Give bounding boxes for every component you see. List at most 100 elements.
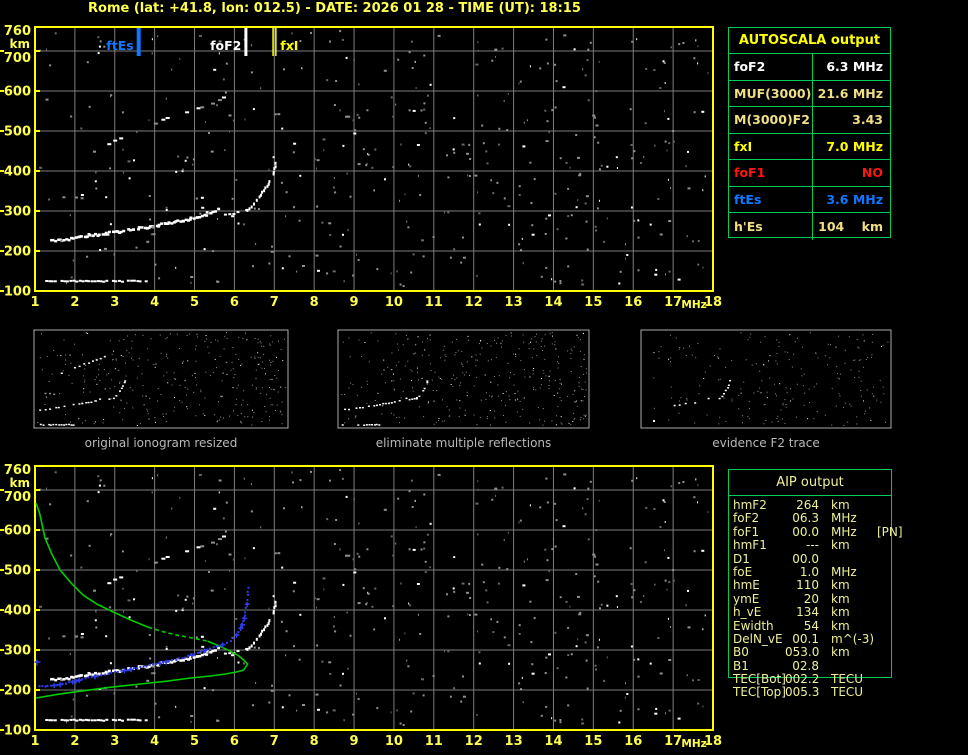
svg-text:14: 14: [544, 734, 562, 749]
aip-row-d1: D1 00.0: [733, 551, 965, 566]
svg-text:7: 7: [270, 734, 279, 749]
svg-text:500: 500: [4, 125, 31, 140]
aip-row-hme: hmE 110 km: [733, 578, 965, 593]
svg-text:foF2: foF2: [210, 38, 241, 53]
aip-row-unit: km: [831, 538, 850, 553]
aip-row-label: B0: [733, 645, 749, 660]
aip-row-foe: foE 1.0 MHz: [733, 564, 965, 579]
svg-text:9: 9: [350, 734, 359, 749]
svg-text:12: 12: [465, 295, 483, 310]
aip-row-value: 00.0: [792, 551, 819, 566]
aip-row-tectop: TEC[Top] 005.3 TECU: [733, 686, 965, 700]
aip-row-value: 264: [796, 498, 819, 512]
aip-row-label: D1: [733, 551, 750, 566]
aip-row-value: 54: [803, 618, 819, 633]
aip-row-value: 00.1: [792, 631, 819, 646]
svg-text:5: 5: [190, 734, 199, 749]
svg-text:3: 3: [110, 734, 119, 749]
aip-row-unit: MHz: [831, 564, 857, 579]
aip-row-unit: MHz: [831, 511, 857, 526]
svg-text:11: 11: [425, 734, 443, 749]
thumbnail-eliminate-reflections: [337, 329, 590, 429]
aip-row-b0: B0 053.0 km: [733, 645, 965, 660]
thumbnail-caption-eliminate-reflections: eliminate multiple reflections: [375, 436, 552, 450]
aip-row-fof2: foF2 06.3 MHz: [733, 511, 965, 526]
top-ionogram-plot: 760km7006005004003002001001 2 3 4 5 6 7 8 9 10 11 1…: [0, 24, 722, 311]
aip-row-value: 20: [803, 591, 819, 606]
svg-text:600: 600: [4, 85, 31, 100]
aip-row-label: DelN_vE: [733, 631, 783, 646]
svg-text:600: 600: [4, 524, 31, 539]
autoscala-row-label: MUF(3000)F2: [729, 80, 813, 106]
aip-row-value: 02.8: [792, 658, 819, 673]
aip-row-value: 110: [796, 578, 819, 593]
svg-text:200: 200: [4, 684, 31, 699]
aip-row-unit: TECU: [831, 672, 864, 687]
autoscala-row-value: 7.0 MHz: [826, 138, 883, 154]
svg-text:MHz: MHz: [681, 299, 706, 311]
aip-row-unit: km: [831, 578, 850, 593]
aip-row-label: foE: [733, 564, 753, 579]
aip-row-unit: km: [831, 605, 850, 620]
svg-text:11: 11: [425, 295, 443, 310]
svg-text:700: 700: [4, 490, 31, 505]
svg-text:10: 10: [385, 734, 403, 749]
thumbnail-caption-evidence-f2: evidence F2 trace: [712, 436, 820, 450]
aip-row-label: hmF1: [733, 538, 767, 553]
svg-text:3: 3: [110, 295, 119, 310]
aip-row-label: B1: [733, 658, 749, 673]
aip-table-header: AIP output: [729, 470, 891, 496]
autoscala-row-fof1: foF1 NO: [729, 160, 890, 187]
autoscala-row-value: NO: [861, 165, 883, 181]
svg-text:MHz: MHz: [681, 738, 706, 750]
aip-row-value: 1.0: [799, 564, 819, 579]
autoscala-output-table: AUTOSCALA output foF2 6.3 MHz MUF(3000)F22…: [728, 27, 891, 240]
autoscala-row-label: M(3000)F2: [729, 107, 813, 133]
aip-row-label: Ewidth: [733, 618, 774, 633]
autoscala-row-value: 21.6 MHz: [817, 85, 883, 101]
aip-row-value: 134: [796, 605, 819, 620]
autoscala-row-muf3000f2: MUF(3000)F221.6 MHz: [729, 80, 890, 107]
aip-row-hve: h_vE 134 km: [733, 605, 965, 620]
aip-row-unit: km: [831, 645, 850, 660]
aip-table-rows: hmF2 264 km foF2 06.3 MHz foF1 00.0 MHz [PN] hmF1 -…: [733, 498, 965, 700]
aip-row-unit: km: [831, 498, 850, 512]
aip-row-value: 06.3: [792, 511, 819, 526]
autoscala-row-label: ftEs: [729, 186, 813, 212]
ftes-marker: ftEs: [106, 28, 141, 56]
autoscala-row-m3000f2: M(3000)F2 3.43: [729, 107, 890, 134]
autoscala-row-label: foF1: [729, 160, 813, 186]
svg-text:ftEs: ftEs: [106, 38, 133, 53]
svg-text:400: 400: [4, 604, 31, 619]
svg-text:15: 15: [584, 295, 602, 310]
aip-row-hmf2: hmF2 264 km: [733, 498, 965, 512]
aip-row-label: foF1: [733, 524, 760, 539]
aip-row-fof1: foF1 00.0 MHz [PN]: [733, 524, 965, 539]
svg-text:5: 5: [190, 295, 199, 310]
thumbnail-evidence-f2-trace: [640, 329, 892, 429]
aip-row-label: hmF2: [733, 498, 767, 512]
autoscala-row-value: 3.43: [852, 112, 883, 128]
autoscala-row-fof2: foF2 6.3 MHz: [729, 54, 890, 81]
aip-row-unit: [831, 553, 877, 566]
svg-text:km: km: [10, 37, 30, 51]
electron-density-profile: [35, 502, 249, 699]
aip-row-value: 053.0: [785, 645, 820, 660]
svg-text:100: 100: [4, 285, 31, 300]
aip-row-unit: m^(-3): [831, 631, 875, 646]
autoscala-row-label: foF2: [729, 54, 813, 80]
autoscala-row-value: 104 km: [818, 218, 883, 234]
svg-text:14: 14: [544, 295, 562, 310]
aip-row-b1: B1 02.8: [733, 658, 965, 673]
svg-text:200: 200: [4, 245, 31, 260]
svg-text:6: 6: [230, 734, 239, 749]
aip-row-ewidth: Ewidth 54 km: [733, 618, 965, 633]
autoscala-row-value: 6.3 MHz: [826, 59, 883, 75]
bottom-ionogram-plot: 760km7006005004003002001001 2 3 4 5 6 7 8 9 10 11 1…: [0, 463, 722, 750]
svg-text:17: 17: [664, 295, 682, 310]
svg-text:500: 500: [4, 564, 31, 579]
svg-text:1: 1: [30, 734, 39, 749]
svg-text:17: 17: [664, 734, 682, 749]
aip-row-label: foF2: [733, 511, 760, 526]
svg-text:7: 7: [270, 295, 279, 310]
